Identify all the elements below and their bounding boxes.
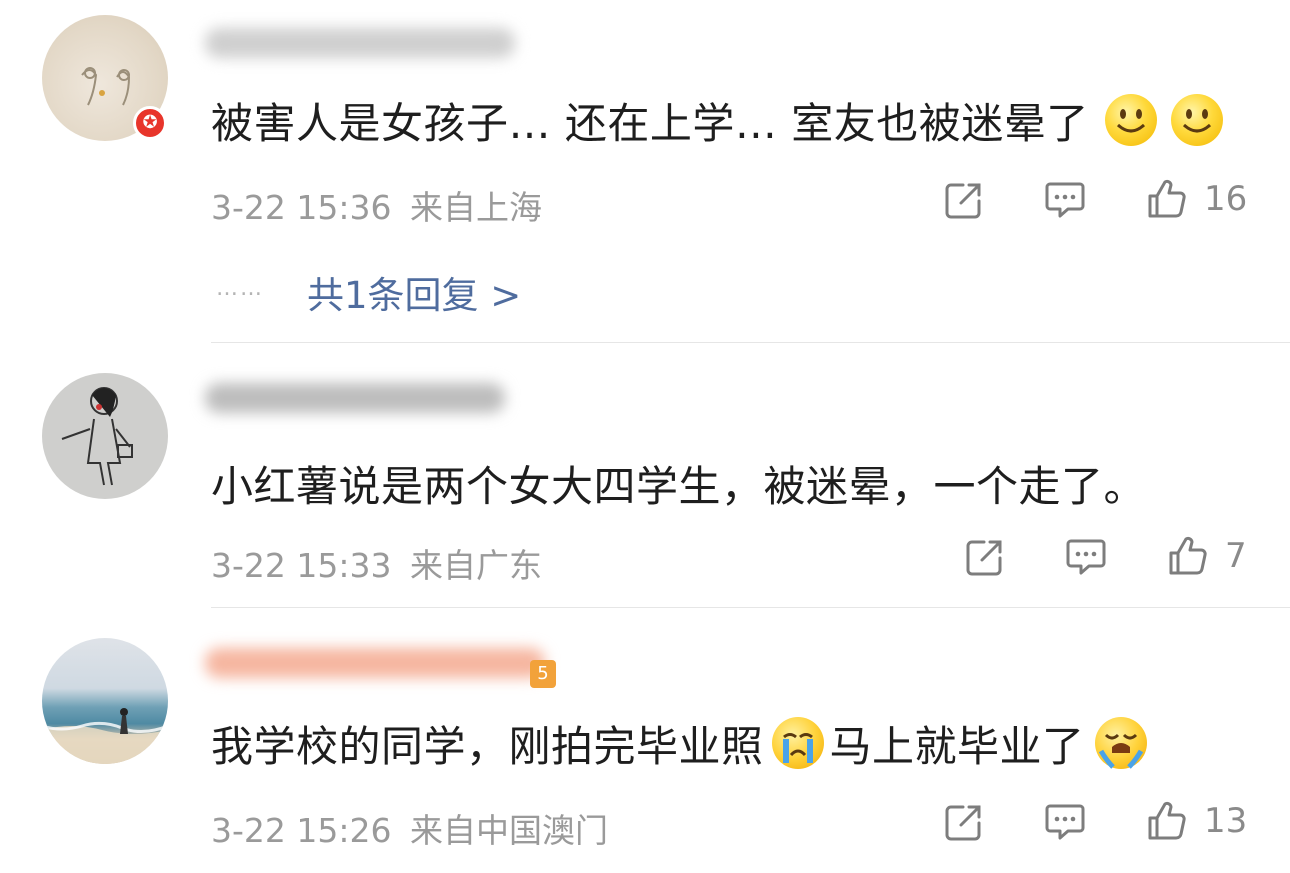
comment-item-1: ✪ 被害人是女孩子… 还在上学… 室友也被迷晕了 3-22 15:36 来自上海 <box>0 0 1290 342</box>
comment-icon <box>1066 539 1106 575</box>
comment-time: 3-22 15:33 <box>211 546 392 585</box>
share-button[interactable] <box>943 801 985 843</box>
comment-button[interactable] <box>1044 180 1086 220</box>
comment-meta: 3-22 15:33 来自广东 <box>211 539 542 587</box>
comment-icon <box>1045 804 1085 840</box>
comment-location: 来自广东 <box>410 546 542 585</box>
comment-location: 来自中国澳门 <box>410 811 608 850</box>
crying-emoji-icon <box>771 717 824 769</box>
share-button[interactable] <box>964 536 1006 578</box>
like-count: 16 <box>1204 179 1248 219</box>
replies-dots: …… <box>216 276 264 301</box>
smile-emoji-icon <box>1170 94 1223 146</box>
loudly-crying-emoji-icon <box>1094 717 1147 769</box>
comment-button[interactable] <box>1044 802 1086 842</box>
like-count: 13 <box>1204 801 1248 841</box>
vip-badge-icon: 5 <box>530 660 556 688</box>
like-count: 7 <box>1225 536 1247 576</box>
view-replies-link[interactable]: 共1条回复 > <box>307 265 521 319</box>
like-button[interactable]: 7 <box>1167 535 1247 577</box>
smile-emoji-icon <box>1104 94 1157 146</box>
comment-text: 被害人是女孩子… 还在上学… 室友也被迷晕了 <box>211 90 1223 151</box>
like-button[interactable]: 13 <box>1146 800 1247 842</box>
comment-meta: 3-22 15:26 来自中国澳门 <box>211 804 608 852</box>
like-button[interactable]: 16 <box>1146 178 1247 220</box>
verified-badge-icon: ✪ <box>133 106 167 140</box>
share-button[interactable] <box>943 179 985 221</box>
comment-time: 3-22 15:36 <box>211 188 392 227</box>
comment-icon <box>1045 182 1085 218</box>
comment-item-2: 小红薯说是两个女大四学生，被迷晕，一个走了。 3-22 15:33 来自广东 7 <box>0 343 1290 607</box>
share-icon <box>945 805 981 841</box>
thumbs-up-icon <box>1148 801 1186 840</box>
share-icon <box>945 183 981 219</box>
comment-text: 小红薯说是两个女大四学生，被迷晕，一个走了。 <box>211 462 1147 511</box>
comment-item-3: 5 我学校的同学，刚拍完毕业照 马上就毕业了 3-22 15:26 来自中国澳门 <box>0 608 1290 873</box>
username-blurred[interactable] <box>205 28 515 58</box>
avatar[interactable] <box>42 638 168 764</box>
thumbs-up-icon <box>1169 536 1207 575</box>
username-blurred[interactable] <box>205 648 545 678</box>
comment-time: 3-22 15:26 <box>211 811 392 850</box>
comment-meta: 3-22 15:36 来自上海 <box>211 181 542 229</box>
comment-text: 我学校的同学，刚拍完毕业照 马上就毕业了 <box>211 713 1147 774</box>
username-blurred[interactable] <box>205 383 505 413</box>
share-icon <box>966 540 1002 576</box>
avatar[interactable] <box>42 373 168 499</box>
thumbs-up-icon <box>1148 179 1186 218</box>
comment-button[interactable] <box>1065 537 1107 577</box>
comment-location: 来自上海 <box>410 188 542 227</box>
